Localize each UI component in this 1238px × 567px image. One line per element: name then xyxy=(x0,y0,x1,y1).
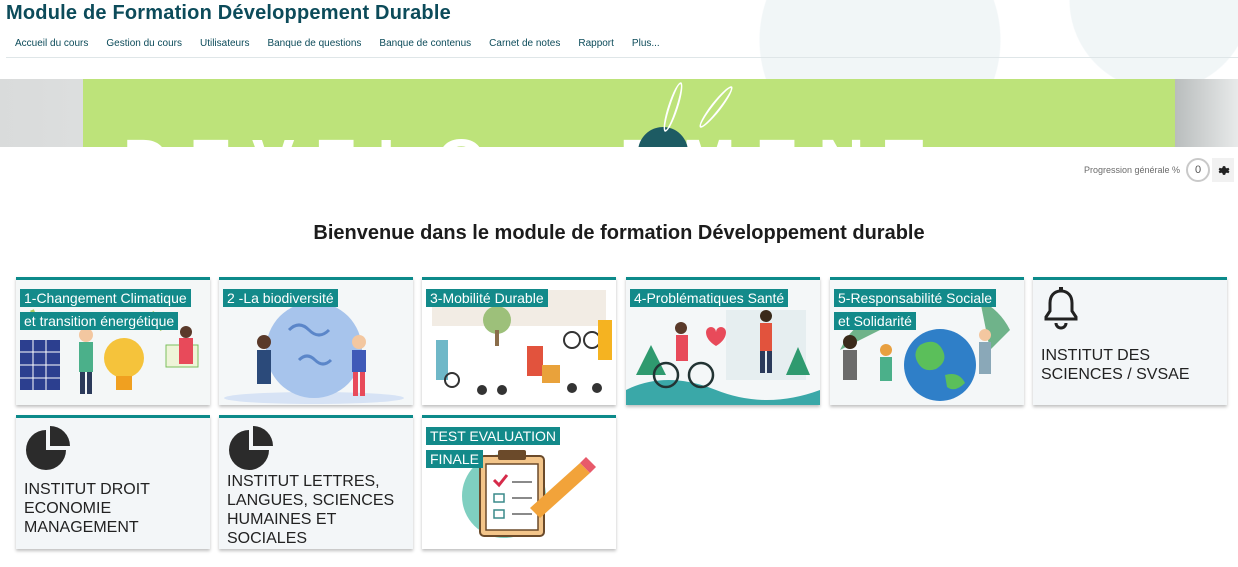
tile-label: 4-Problématiques Santé xyxy=(630,287,812,310)
nav-gestion[interactable]: Gestion du cours xyxy=(97,38,191,49)
nav-plus[interactable]: Plus... xyxy=(623,38,669,49)
welcome-heading: Bienvenue dans le module de formation Dé… xyxy=(313,222,925,244)
tile-label: 1-Changement Climatique et transition éne… xyxy=(20,287,202,333)
nav-rapport[interactable]: Rapport xyxy=(569,38,623,49)
tile-institut-sciences[interactable]: INSTITUT DES SCIENCES / SVSAE xyxy=(1033,277,1227,405)
overall-progress: Progression générale % 0 xyxy=(1084,158,1210,182)
banner-image: DEVELO EMENT xyxy=(83,79,1175,147)
tile-label: 2 -La biodiversité xyxy=(223,287,405,310)
nav-banque-contenus[interactable]: Banque de contenus xyxy=(370,38,480,49)
nav-divider xyxy=(6,57,1238,58)
tile-changement-climatique[interactable]: 1-Changement Climatique et transition éne… xyxy=(16,277,210,405)
nav-banque-questions[interactable]: Banque de questions xyxy=(258,38,370,49)
tile-responsabilite-sociale[interactable]: 5-Responsabilité Sociale et Solidarité xyxy=(830,277,1024,405)
bell-icon xyxy=(1044,287,1078,330)
progress-label: Progression générale % xyxy=(1083,165,1180,175)
tile-label: TEST EVALUATION FINALE xyxy=(426,425,608,471)
gear-icon xyxy=(1218,165,1229,175)
course-nav: Accueil du cours Gestion du cours Utilis… xyxy=(6,38,669,49)
tile-label: 5-Responsabilité Sociale et Solidarité xyxy=(834,287,1016,333)
course-content-card xyxy=(6,147,1238,277)
banner-lettering: DEVELO EMENT xyxy=(123,125,944,147)
settings-button[interactable] xyxy=(1212,158,1234,182)
tile-institut-lettres[interactable]: INSTITUT LETTRES, LANGUES, SCIENCES HUMA… xyxy=(219,415,413,549)
tile-problematiques-sante[interactable]: 4-Problématiques Santé xyxy=(626,277,820,405)
tile-text: INSTITUT DES SCIENCES / SVSAE xyxy=(1041,347,1190,383)
course-title: Module de Formation Développement Durabl… xyxy=(6,2,451,24)
banner-area: DEVELO EMENT xyxy=(0,79,1238,147)
pie-chart-icon xyxy=(229,426,273,470)
tile-mobilite-durable[interactable]: 3-Mobilité Durable xyxy=(422,277,616,405)
tile-text: INSTITUT DROIT ECONOMIE MANAGEMENT xyxy=(24,481,150,536)
course-page: Module de Formation Développement Durabl… xyxy=(0,0,1238,567)
nav-utilisateurs[interactable]: Utilisateurs xyxy=(191,38,258,49)
progress-value: 0 xyxy=(1186,158,1210,182)
banner-shadow xyxy=(1175,79,1238,147)
tile-institut-droit[interactable]: INSTITUT DROIT ECONOMIE MANAGEMENT xyxy=(16,415,210,549)
banner-leaf-icon xyxy=(696,83,736,131)
nav-carnet-notes[interactable]: Carnet de notes xyxy=(480,38,569,49)
pie-chart-icon xyxy=(26,426,70,470)
tile-text: INSTITUT LETTRES, LANGUES, SCIENCES HUMA… xyxy=(227,473,395,547)
tile-test-evaluation[interactable]: TEST EVALUATION FINALE xyxy=(422,415,616,549)
nav-accueil[interactable]: Accueil du cours xyxy=(6,38,97,49)
tile-biodiversite[interactable]: 2 -La biodiversité xyxy=(219,277,413,405)
tile-label: 3-Mobilité Durable xyxy=(426,287,608,310)
